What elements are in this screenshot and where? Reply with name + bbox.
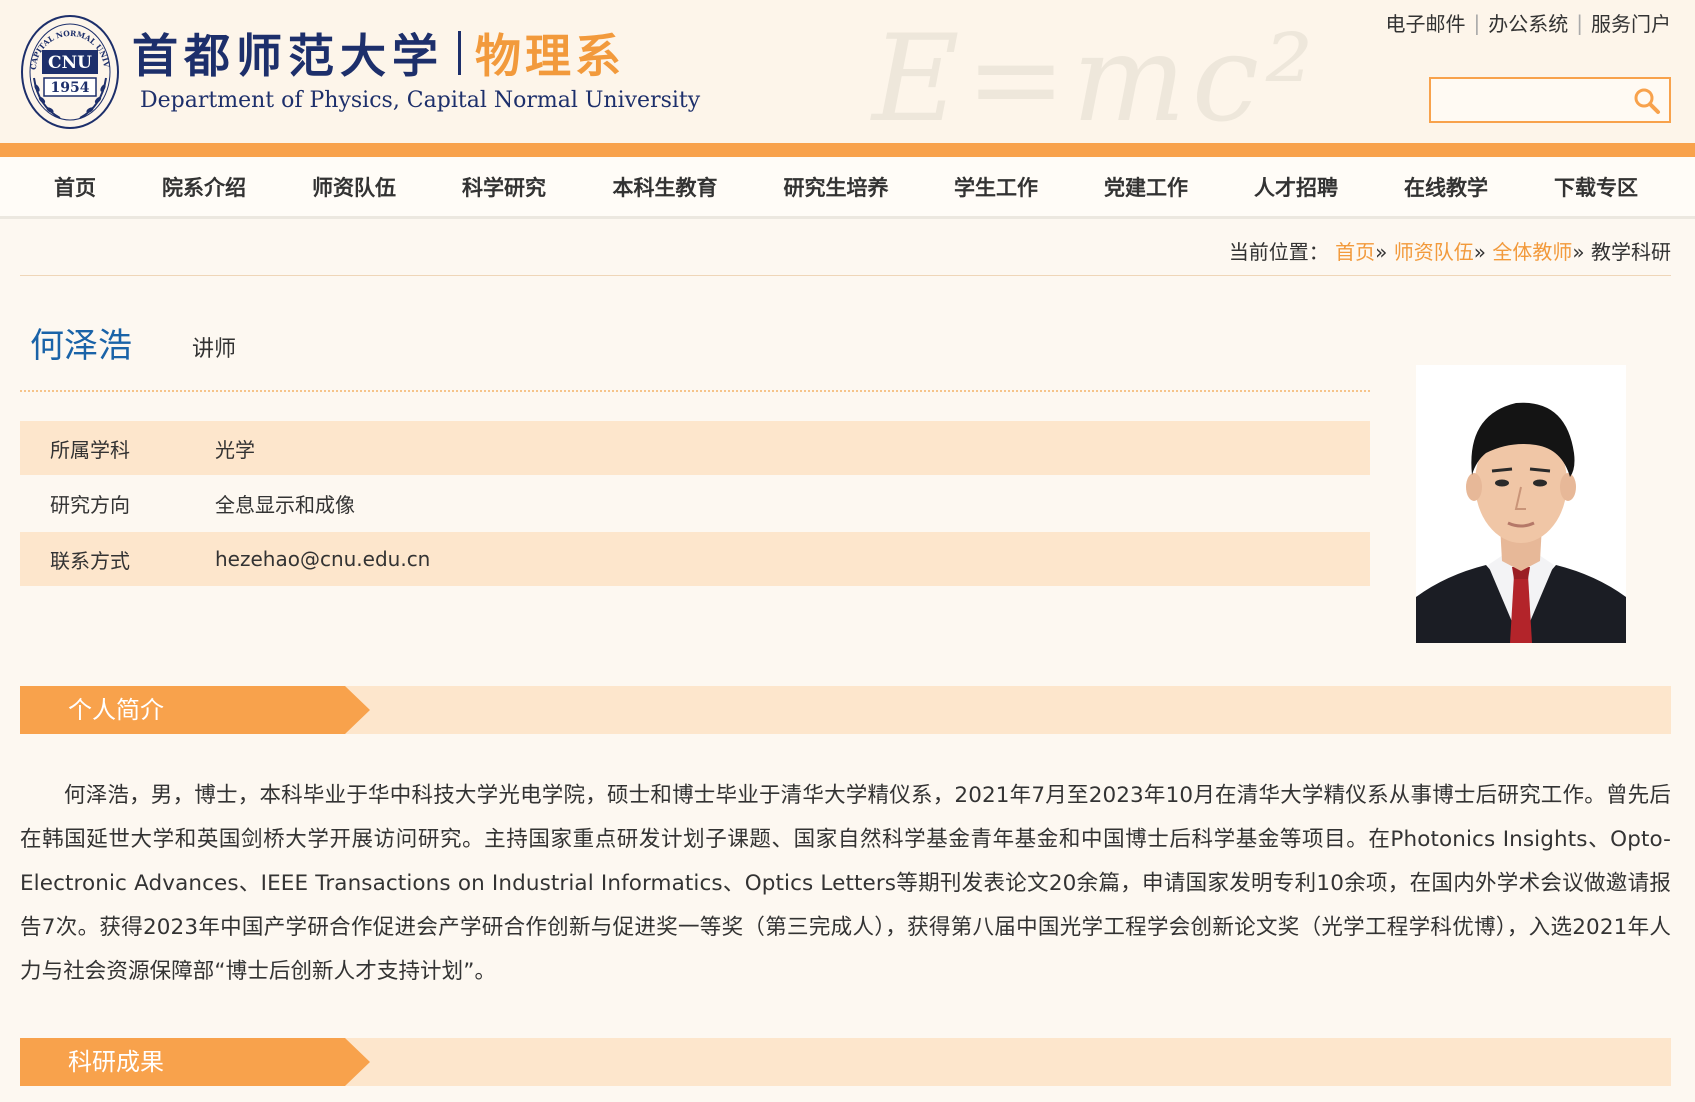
nav-item-undergraduate[interactable]: 本科生教育 — [613, 157, 718, 219]
breadcrumb-divider — [20, 275, 1671, 276]
breadcrumb-link-faculty[interactable]: 师资队伍 — [1394, 240, 1474, 264]
info-row-contact: 联系方式 hezehao@cnu.edu.cn — [20, 532, 1370, 586]
info-label: 联系方式 — [50, 548, 130, 573]
top-link-portal[interactable]: 服务门户 — [1591, 8, 1671, 37]
info-label: 研究方向 — [50, 492, 130, 517]
breadcrumb-current: 教学科研 — [1591, 240, 1671, 264]
section-header-bio: 个人简介 — [20, 686, 1671, 734]
top-link-separator: | — [1576, 10, 1583, 35]
main-nav: 首页 院系介绍 师资队伍 科学研究 本科生教育 研究生培养 学生工作 党建工作 … — [0, 157, 1695, 219]
breadcrumb-link-home[interactable]: 首页 — [1335, 240, 1375, 264]
breadcrumb-separator: » — [1473, 240, 1487, 264]
top-link-office[interactable]: 办公系统 — [1488, 8, 1568, 37]
faculty-title: 讲师 — [192, 337, 237, 362]
name-divider — [20, 390, 1370, 392]
nav-item-faculty[interactable]: 师资队伍 — [312, 157, 396, 219]
department-name-english: Department of Physics, Capital Normal Un… — [140, 88, 701, 113]
portrait-image — [1416, 365, 1626, 643]
nav-item-student-affairs[interactable]: 学生工作 — [954, 157, 1038, 219]
department-name: 物理系 — [475, 29, 625, 83]
email-address[interactable]: hezehao@cnu.edu.cn — [215, 547, 430, 571]
logo-divider — [458, 31, 461, 75]
svg-text:CNU: CNU — [48, 53, 92, 73]
top-links: 电子邮件 | 办公系统 | 服务门户 — [1386, 8, 1672, 37]
section-header-research: 科研成果 — [20, 1038, 1671, 1086]
nav-item-online-teaching[interactable]: 在线教学 — [1404, 157, 1488, 219]
info-value: 光学 — [215, 437, 255, 462]
header-watermark: E=mc² — [872, 10, 1320, 149]
university-seal-logo[interactable]: CAPITAL NORMAL UNIVERSITY CNU 1954 — [20, 8, 120, 132]
svg-text:1954: 1954 — [51, 80, 90, 96]
school-name: 首都师范大学 — [132, 29, 444, 83]
breadcrumb-link-all-teachers[interactable]: 全体教师 — [1492, 240, 1572, 264]
breadcrumb: 当前位置： 首页» 师资队伍» 全体教师» 教学科研 — [1229, 236, 1671, 265]
nav-item-home[interactable]: 首页 — [54, 157, 96, 219]
nav-item-about[interactable]: 院系介绍 — [162, 157, 246, 219]
top-link-email[interactable]: 电子邮件 — [1386, 8, 1466, 37]
search-icon[interactable] — [1633, 87, 1661, 115]
nav-item-research[interactable]: 科学研究 — [462, 157, 546, 219]
search-box — [1429, 77, 1671, 123]
faculty-photo — [1416, 365, 1626, 643]
site-logo-text[interactable]: 首都师范大学 物理系 — [132, 22, 625, 84]
nav-item-downloads[interactable]: 下载专区 — [1554, 157, 1638, 219]
site-header: CAPITAL NORMAL UNIVERSITY CNU 1954 首都师范大… — [0, 0, 1695, 149]
info-value: 全息显示和成像 — [215, 492, 355, 517]
header-accent-bar — [0, 143, 1695, 157]
nav-item-recruitment[interactable]: 人才招聘 — [1254, 157, 1338, 219]
breadcrumb-separator: » — [1572, 240, 1585, 264]
section-title-research: 科研成果 — [68, 1048, 164, 1076]
info-row-discipline: 所属学科 光学 — [20, 421, 1370, 475]
top-link-separator: | — [1473, 10, 1481, 35]
breadcrumb-prefix: 当前位置： — [1228, 240, 1329, 264]
info-label: 所属学科 — [50, 437, 130, 462]
faculty-name: 何泽浩 — [30, 326, 132, 366]
section-title-bio: 个人简介 — [68, 696, 164, 724]
nav-item-graduate[interactable]: 研究生培养 — [784, 157, 889, 219]
breadcrumb-separator: » — [1375, 240, 1388, 264]
nav-item-party[interactable]: 党建工作 — [1104, 157, 1188, 219]
search-input[interactable] — [1435, 83, 1625, 117]
bio-text: 何泽浩，男，博士，本科毕业于华中科技大学光电学院，硕士和博士毕业于清华大学精仪系… — [20, 783, 1671, 984]
info-row-research-direction: 研究方向 全息显示和成像 — [20, 476, 1370, 530]
